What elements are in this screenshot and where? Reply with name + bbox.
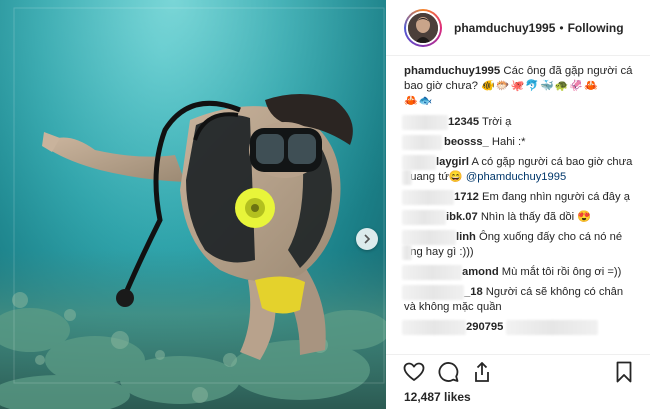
- blurred-username: [402, 155, 436, 170]
- comment-item: 1712 Em đang nhìn người cá đây ạ: [402, 190, 638, 205]
- comment-username[interactable]: ibk.07: [446, 211, 478, 223]
- share-icon: [475, 362, 489, 382]
- comment-username[interactable]: amond: [462, 266, 499, 278]
- comment-icon: [438, 362, 459, 382]
- comment-username[interactable]: 290795: [466, 321, 503, 333]
- blurred-text: [506, 320, 598, 335]
- avatar[interactable]: [404, 8, 442, 47]
- blurred-username: [402, 115, 448, 130]
- save-button[interactable]: [612, 360, 636, 384]
- blurred-username: [402, 190, 454, 205]
- comment-mention[interactable]: @phamduchuy1995: [463, 171, 566, 183]
- post-header: phamduchuy1995 • Following: [386, 0, 650, 56]
- comment-item: 290795: [402, 320, 638, 335]
- caption-emojis-2: 🦀🐟: [404, 95, 434, 107]
- post-side-panel: phamduchuy1995 • Following phamduchuy199…: [386, 0, 650, 409]
- blurred-username: [402, 285, 464, 300]
- like-button[interactable]: [402, 360, 426, 384]
- comment-username[interactable]: _18: [464, 286, 483, 298]
- heart-icon: [403, 362, 425, 381]
- comment-item: 12345 Trời ạ: [402, 115, 638, 130]
- blurred-username: [402, 135, 442, 150]
- chevron-right-icon: [364, 234, 371, 244]
- likes-count[interactable]: 12,487 likes: [404, 390, 471, 404]
- comment-username[interactable]: laygirl: [436, 156, 469, 168]
- blurred-text: [402, 245, 412, 260]
- header-username[interactable]: phamduchuy1995: [454, 21, 555, 35]
- actions-divider: [386, 354, 650, 355]
- blurred-text: [402, 170, 412, 185]
- comment-item: beosss_ Hahi :*: [402, 135, 638, 150]
- post-photo[interactable]: [0, 0, 386, 409]
- following-button[interactable]: Following: [568, 21, 624, 35]
- comment-item: laygirl A có gặp người cá bao giờ chưa q…: [402, 155, 638, 185]
- comment-username[interactable]: beosss_: [444, 136, 489, 148]
- caption-username[interactable]: phamduchuy1995: [404, 65, 500, 77]
- comment-text: Em đang nhìn người cá đây ạ: [478, 191, 630, 203]
- comment-item: _18 Người cá sẽ không có chân và không m…: [402, 285, 638, 315]
- profile-photo: [408, 12, 438, 43]
- comment-username[interactable]: 12345: [448, 116, 479, 128]
- comments-list[interactable]: phamduchuy1995 Các ông đã gặp người cá b…: [386, 64, 650, 354]
- blurred-username: [402, 265, 462, 280]
- likes-label: likes: [440, 390, 471, 404]
- likes-number: 12,487: [404, 390, 441, 404]
- post-caption: phamduchuy1995 Các ông đã gặp người cá b…: [404, 64, 638, 109]
- comment-username[interactable]: 1712: [454, 191, 479, 203]
- blurred-username: [402, 210, 446, 225]
- comment-text: Mù mắt tôi rồi ông ơi =)): [498, 266, 622, 278]
- comment-username[interactable]: linh: [456, 231, 476, 243]
- carousel-next-button[interactable]: [356, 228, 378, 250]
- comment-emoji: 😄: [448, 171, 463, 183]
- comment-item: amond Mù mắt tôi rồi ông ơi =)): [402, 265, 638, 280]
- comment-item: ibk.07 Nhìn là thấy đã dồi 😍: [402, 210, 638, 225]
- blurred-username: [402, 320, 466, 335]
- comment-text: Hahi :*: [488, 136, 526, 148]
- header-separator: •: [559, 20, 564, 35]
- post-actions-bar: [402, 360, 638, 386]
- bookmark-icon: [616, 361, 632, 383]
- comment-text: Trời ạ: [479, 116, 512, 128]
- comment-button[interactable]: [436, 360, 460, 384]
- share-button[interactable]: [470, 360, 494, 384]
- diver-underwater-image: [0, 0, 386, 409]
- comment-text: Nhìn là thấy đã dồi: [477, 211, 575, 223]
- comment-emoji: 😍: [577, 211, 592, 223]
- blurred-username: [402, 230, 456, 245]
- comment-item: linh Ông xuống đấy cho cá nó né ông hay …: [402, 230, 638, 260]
- caption-emojis: 🐠🐡🐙🐬🐳🐢🦑🦀: [481, 80, 599, 92]
